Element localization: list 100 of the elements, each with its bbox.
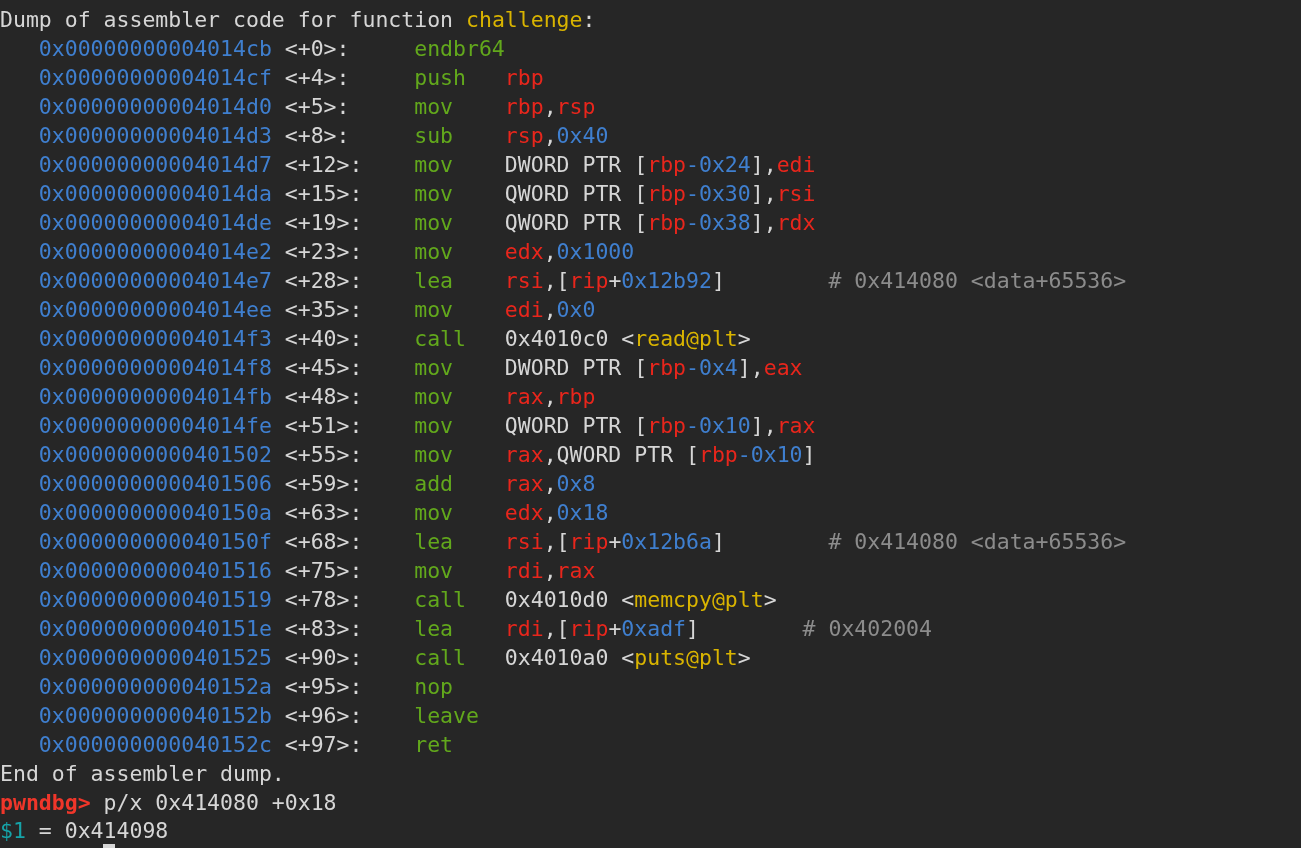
offset-text: <+83>: bbox=[284, 615, 364, 643]
operand-text: rbp bbox=[504, 64, 544, 92]
offset-text: <+4>: bbox=[284, 64, 351, 92]
operand-text: rsi,[rip+0x12b6a] bbox=[504, 528, 725, 556]
offset-text: <+51>: bbox=[284, 412, 364, 440]
offset-text: <+78>: bbox=[284, 586, 364, 614]
mnemonic-text: lea bbox=[414, 528, 455, 556]
comment-text: # 0x402004 bbox=[802, 615, 932, 643]
offset-text: <+8>: bbox=[284, 122, 351, 150]
address-text: 0x00000000004014d7 bbox=[38, 151, 272, 179]
offset-text: <+90>: bbox=[284, 644, 364, 672]
comment-text: # 0x414080 <data+65536> bbox=[828, 528, 1127, 556]
mnemonic-text: call bbox=[414, 325, 467, 353]
operand-text: edi,0x0 bbox=[504, 296, 596, 324]
address-text: 0x000000000040150a bbox=[38, 499, 272, 527]
offset-text: <+59>: bbox=[284, 470, 364, 498]
operand-text: 0x4010a0 <puts@plt> bbox=[504, 644, 751, 672]
mnemonic-text: mov bbox=[414, 354, 455, 382]
result-text: = 0x414098 bbox=[38, 819, 169, 843]
mnemonic-text: nop bbox=[414, 673, 455, 701]
mnemonic-text: mov bbox=[414, 383, 455, 411]
operand-text: rax,rbp bbox=[504, 383, 596, 411]
address-text: 0x00000000004014ee bbox=[38, 296, 272, 324]
mnemonic-text: lea bbox=[414, 267, 455, 295]
mnemonic-text: call bbox=[414, 586, 467, 614]
operand-text: edx,0x18 bbox=[504, 499, 609, 527]
mnemonic-text: mov bbox=[414, 441, 455, 469]
offset-text: <+45>: bbox=[284, 354, 364, 382]
address-text: 0x00000000004014cb bbox=[38, 35, 272, 63]
address-text: 0x000000000040150f bbox=[38, 528, 272, 556]
address-text: 0x0000000000401502 bbox=[38, 441, 272, 469]
address-text: 0x00000000004014e7 bbox=[38, 267, 272, 295]
address-text: 0x000000000040152c bbox=[38, 731, 272, 759]
footer-text: End of assembler dump. bbox=[0, 760, 285, 788]
address-text: 0x00000000004014fe bbox=[38, 412, 272, 440]
mnemonic-text: mov bbox=[414, 412, 455, 440]
offset-text: <+75>: bbox=[284, 557, 364, 585]
operand-text: rsi,[rip+0x12b92] bbox=[504, 267, 725, 295]
offset-text: <+63>: bbox=[284, 499, 364, 527]
comment-text: # 0x414080 <data+65536> bbox=[828, 267, 1127, 295]
address-text: 0x00000000004014d0 bbox=[38, 93, 272, 121]
address-text: 0x0000000000401519 bbox=[38, 586, 272, 614]
prompt-label: pwndbg> bbox=[0, 789, 91, 817]
operand-text: rsp,0x40 bbox=[504, 122, 609, 150]
mnemonic-text: push bbox=[414, 64, 467, 92]
address-text: 0x00000000004014f3 bbox=[38, 325, 272, 353]
address-text: 0x00000000004014cf bbox=[38, 64, 272, 92]
operand-text: QWORD PTR [rbp-0x30],rsi bbox=[504, 180, 816, 208]
offset-text: <+96>: bbox=[284, 702, 364, 730]
mnemonic-text: mov bbox=[414, 499, 455, 527]
address-text: 0x00000000004014f8 bbox=[38, 354, 272, 382]
mnemonic-text: mov bbox=[414, 296, 455, 324]
offset-text: <+40>: bbox=[284, 325, 364, 353]
mnemonic-text: endbr64 bbox=[414, 35, 505, 63]
address-text: 0x00000000004014de bbox=[38, 209, 272, 237]
mnemonic-text: lea bbox=[414, 615, 455, 643]
address-text: 0x00000000004014e2 bbox=[38, 238, 272, 266]
offset-text: <+15>: bbox=[284, 180, 364, 208]
command-text: p/x 0x414080 +0x18 bbox=[103, 789, 337, 817]
mnemonic-text: call bbox=[414, 644, 467, 672]
offset-text: <+55>: bbox=[284, 441, 364, 469]
mnemonic-text: leave bbox=[414, 702, 480, 730]
mnemonic-text: sub bbox=[414, 122, 455, 150]
offset-text: <+0>: bbox=[284, 35, 351, 63]
offset-text: <+19>: bbox=[284, 209, 364, 237]
mnemonic-text: mov bbox=[414, 93, 455, 121]
operand-text: rdi,[rip+0xadf] bbox=[504, 615, 699, 643]
operand-text: 0x4010c0 <read@plt> bbox=[504, 325, 751, 353]
address-text: 0x0000000000401525 bbox=[38, 644, 272, 672]
operand-text: DWORD PTR [rbp-0x24],edi bbox=[504, 151, 816, 179]
offset-text: <+68>: bbox=[284, 528, 364, 556]
operand-text: DWORD PTR [rbp-0x4],eax bbox=[504, 354, 803, 382]
offset-text: <+28>: bbox=[284, 267, 364, 295]
mnemonic-text: mov bbox=[414, 238, 455, 266]
mnemonic-text: add bbox=[414, 470, 455, 498]
operand-text: QWORD PTR [rbp-0x38],rdx bbox=[504, 209, 816, 237]
offset-text: <+97>: bbox=[284, 731, 364, 759]
operand-text: 0x4010d0 <memcpy@plt> bbox=[504, 586, 777, 614]
offset-text: <+95>: bbox=[284, 673, 364, 701]
offset-text: <+5>: bbox=[284, 93, 351, 121]
header-text: Dump of assembler code for function challenge: bbox=[0, 6, 596, 34]
operand-text: rbp,rsp bbox=[504, 93, 596, 121]
address-text: 0x00000000004014fb bbox=[38, 383, 272, 411]
operand-text: rax,0x8 bbox=[504, 470, 596, 498]
cursor-icon bbox=[103, 844, 115, 848]
address-text: 0x000000000040152a bbox=[38, 673, 272, 701]
address-text: 0x0000000000401506 bbox=[38, 470, 272, 498]
offset-text: <+12>: bbox=[284, 151, 364, 179]
mnemonic-text: ret bbox=[414, 731, 455, 759]
mnemonic-text: mov bbox=[414, 557, 455, 585]
variable-text: $1 bbox=[0, 819, 26, 843]
operand-text: rax,QWORD PTR [rbp-0x10] bbox=[504, 441, 816, 469]
offset-text: <+48>: bbox=[284, 383, 364, 411]
mnemonic-text: mov bbox=[414, 209, 455, 237]
offset-text: <+23>: bbox=[284, 238, 364, 266]
operand-text: rdi,rax bbox=[504, 557, 596, 585]
address-text: 0x00000000004014da bbox=[38, 180, 272, 208]
address-text: 0x000000000040152b bbox=[38, 702, 272, 730]
offset-text: <+35>: bbox=[284, 296, 364, 324]
address-text: 0x000000000040151e bbox=[38, 615, 272, 643]
